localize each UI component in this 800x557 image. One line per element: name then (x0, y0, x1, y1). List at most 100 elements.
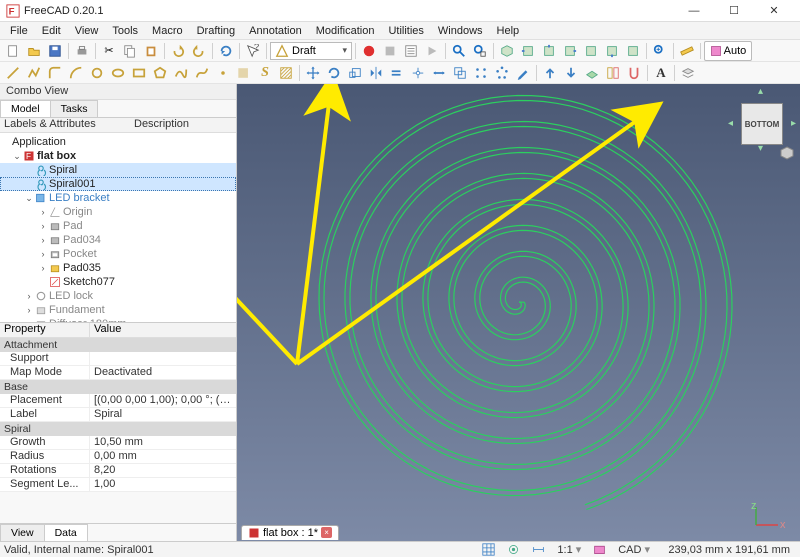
menu-file[interactable]: File (4, 24, 34, 38)
minimize-button[interactable]: — (674, 0, 714, 22)
redo-icon[interactable] (189, 41, 209, 61)
fit-all-icon[interactable] (449, 41, 469, 61)
front-view-icon[interactable] (518, 41, 538, 61)
iso-view-icon[interactable] (497, 41, 517, 61)
menu-utilities[interactable]: Utilities (382, 24, 429, 38)
doc-tab-close-icon[interactable]: × (321, 527, 332, 538)
new-file-icon[interactable] (3, 41, 23, 61)
paste-icon[interactable] (141, 41, 161, 61)
draft-upgrade-icon[interactable] (540, 63, 560, 83)
draft-rotate-icon[interactable] (324, 63, 344, 83)
tree-application[interactable]: Application (0, 135, 236, 149)
refresh-icon[interactable] (216, 41, 236, 61)
menu-edit[interactable]: Edit (36, 24, 67, 38)
status-grid-icon[interactable] (482, 543, 495, 556)
draft-layer-icon[interactable] (678, 63, 698, 83)
tree-item-pad034[interactable]: ›Pad034 (0, 233, 236, 247)
prop-group-spiral[interactable]: Spiral (0, 422, 236, 436)
tree-item-pad035[interactable]: ›Pad035 (0, 261, 236, 275)
prop-support[interactable]: Support (0, 352, 236, 366)
print-icon[interactable] (72, 41, 92, 61)
status-wp-icon[interactable] (593, 543, 606, 556)
tree-item-led-lock[interactable]: ›LED lock (0, 289, 236, 303)
copy-icon[interactable] (120, 41, 140, 61)
doc-tab-flatbox[interactable]: flat box : 1* × (241, 525, 339, 540)
draft-facebinder-icon[interactable] (234, 63, 254, 83)
draft-line-icon[interactable] (3, 63, 23, 83)
measure-icon[interactable] (677, 41, 697, 61)
left-view-icon[interactable] (623, 41, 643, 61)
save-icon[interactable] (45, 41, 65, 61)
bottom-view-icon[interactable] (602, 41, 622, 61)
fit-selection-icon[interactable] (470, 41, 490, 61)
model-tree[interactable]: Application ⌄Fflat box Spiral Spiral001 … (0, 133, 236, 323)
tree-item-sketch077[interactable]: Sketch077 (0, 275, 236, 289)
status-dim-icon[interactable] (532, 543, 545, 556)
rear-view-icon[interactable] (581, 41, 601, 61)
draft-downgrade-icon[interactable] (561, 63, 581, 83)
draft-bspline-icon[interactable] (171, 63, 191, 83)
cube-arrow-up-icon[interactable]: ▴ (758, 86, 763, 97)
prop-growth[interactable]: Growth10,50 mm (0, 436, 236, 450)
tree-document[interactable]: ⌄Fflat box (0, 149, 236, 163)
prop-placement[interactable]: Placement[(0,00 0,00 1,00); 0,00 °; (0,0… (0, 394, 236, 408)
undo-icon[interactable] (168, 41, 188, 61)
close-window-button[interactable]: ✕ (754, 0, 794, 22)
tree-item-spiral001[interactable]: Spiral001 (0, 177, 236, 191)
cube-mini-icon[interactable] (780, 146, 794, 160)
3d-viewport[interactable]: ▴ ▾ ◂ ▸ BOTTOM xz flat box : 1* × (237, 84, 800, 541)
draft-rect-icon[interactable] (129, 63, 149, 83)
cube-arrow-left-icon[interactable]: ◂ (728, 118, 733, 129)
tab-data[interactable]: Data (44, 524, 88, 541)
tree-item-led-bracket[interactable]: ⌄LED bracket (0, 191, 236, 205)
menu-windows[interactable]: Windows (432, 24, 489, 38)
draft-point-icon[interactable] (213, 63, 233, 83)
draft-polararray-icon[interactable] (492, 63, 512, 83)
prop-segment[interactable]: Segment Le...1,00 (0, 478, 236, 492)
navigation-cube[interactable]: ▴ ▾ ◂ ▸ BOTTOM (730, 88, 794, 160)
menu-help[interactable]: Help (491, 24, 526, 38)
workbench-selector[interactable]: Draft (270, 42, 352, 60)
draft-mirror-icon[interactable] (366, 63, 386, 83)
draft-wp-icon[interactable] (582, 63, 602, 83)
draft-snap-icon[interactable] (624, 63, 644, 83)
menu-annotation[interactable]: Annotation (243, 24, 308, 38)
draft-shapestring-icon[interactable]: S (255, 63, 275, 83)
tree-item-spiral[interactable]: Spiral (0, 163, 236, 177)
draft-clone-icon[interactable] (450, 63, 470, 83)
draft-text-icon[interactable]: A (651, 63, 671, 83)
prop-group-base[interactable]: Base (0, 380, 236, 394)
tree-item-origin[interactable]: ›Origin (0, 205, 236, 219)
draft-trimex-icon[interactable] (408, 63, 428, 83)
status-scale[interactable]: 1:1 ▾ (551, 543, 587, 556)
auto-button[interactable]: Auto (704, 41, 752, 61)
draft-stretch-icon[interactable] (429, 63, 449, 83)
right-view-icon[interactable] (560, 41, 580, 61)
cube-face-label[interactable]: BOTTOM (741, 103, 783, 145)
draft-wire-icon[interactable] (24, 63, 44, 83)
draft-bezier-icon[interactable] (192, 63, 212, 83)
prop-mapmode[interactable]: Map ModeDeactivated (0, 366, 236, 380)
tab-view[interactable]: View (0, 524, 45, 541)
tab-tasks[interactable]: Tasks (50, 100, 99, 117)
top-view-icon[interactable] (539, 41, 559, 61)
menu-modification[interactable]: Modification (310, 24, 381, 38)
menu-tools[interactable]: Tools (106, 24, 144, 38)
draft-draft2sketch-icon[interactable] (603, 63, 623, 83)
draft-offset-icon[interactable] (387, 63, 407, 83)
tab-model[interactable]: Model (0, 100, 51, 117)
draft-ellipse-icon[interactable] (108, 63, 128, 83)
prop-label[interactable]: LabelSpiral (0, 408, 236, 422)
status-navmode[interactable]: CAD ▾ (612, 543, 656, 556)
draft-array-icon[interactable] (471, 63, 491, 83)
macro-stop-icon[interactable] (380, 41, 400, 61)
draft-scale-icon[interactable] (345, 63, 365, 83)
whatsthis-icon[interactable]: ? (243, 41, 263, 61)
tree-item-pocket[interactable]: ›Pocket (0, 247, 236, 261)
draft-edit-icon[interactable] (513, 63, 533, 83)
draft-fillet-icon[interactable] (45, 63, 65, 83)
zoom-in-icon[interactable] (650, 41, 670, 61)
open-file-icon[interactable] (24, 41, 44, 61)
draft-arc-icon[interactable] (66, 63, 86, 83)
draft-polygon-icon[interactable] (150, 63, 170, 83)
